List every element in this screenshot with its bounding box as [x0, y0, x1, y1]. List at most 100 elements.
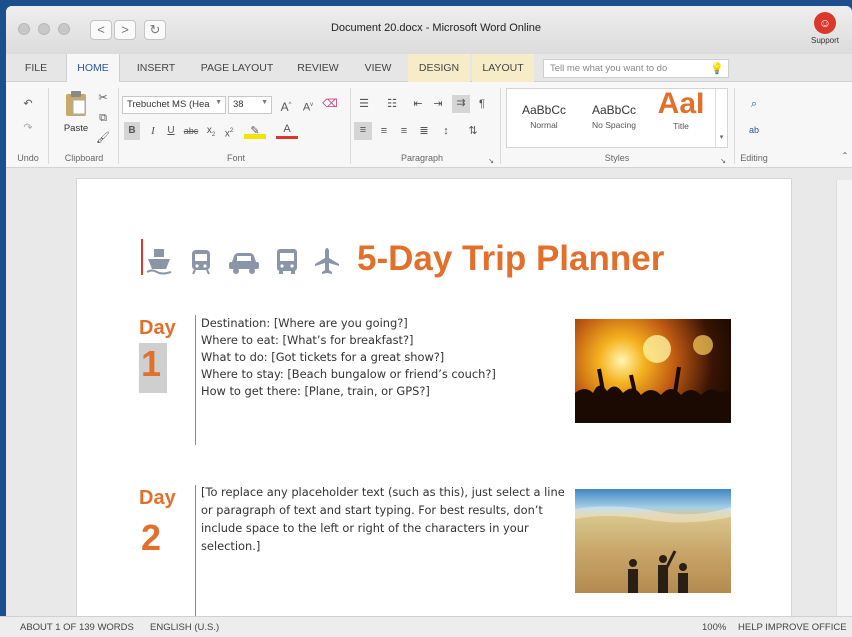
- help-improve-office[interactable]: HELP IMPROVE OFFICE: [738, 622, 847, 633]
- close-window-button[interactable]: [18, 23, 30, 35]
- word-count[interactable]: ABOUT 1 OF 139 WORDS: [20, 622, 134, 633]
- shrink-font-icon[interactable]: Av: [300, 97, 316, 116]
- style-sample: AaBbCc: [591, 103, 637, 117]
- italic-icon[interactable]: I: [146, 123, 160, 139]
- pilcrow-icon[interactable]: ¶: [474, 96, 490, 112]
- justify-icon[interactable]: ≣: [416, 123, 432, 139]
- highlight-icon[interactable]: ✎: [244, 123, 266, 139]
- ltr-icon[interactable]: ⇉: [452, 95, 470, 113]
- tab-design[interactable]: DESIGN: [408, 54, 470, 82]
- tram-icon: [192, 250, 210, 275]
- zoom-window-button[interactable]: [58, 23, 70, 35]
- chevron-down-icon: ▼: [215, 99, 222, 106]
- day-label: Day: [139, 317, 176, 339]
- bullets-icon[interactable]: ☰: [354, 96, 374, 112]
- font-name-value: Trebuchet MS (Hea: [127, 99, 210, 110]
- numbering-icon[interactable]: ☷: [382, 96, 402, 112]
- separator: [734, 88, 735, 164]
- status-bar: ABOUT 1 OF 139 WORDS ENGLISH (U.S.) 100%…: [0, 616, 852, 637]
- font-color-icon[interactable]: A: [276, 123, 298, 139]
- ribbon: ↶ ↷ Undo Paste ✂ ⧉ 🖌 Clipboard Trebuchet…: [6, 82, 852, 168]
- minimize-window-button[interactable]: [38, 23, 50, 35]
- font-name-select[interactable]: Trebuchet MS (Hea ▼: [122, 96, 226, 114]
- zoom-level[interactable]: 100%: [702, 622, 726, 633]
- back-button[interactable]: <: [90, 20, 112, 40]
- paste-button[interactable]: Paste: [58, 90, 94, 134]
- tell-me-input[interactable]: Tell me what you want to do 💡: [543, 59, 729, 78]
- day1-travel: How to get there: [Plane, train, or GPS?…: [201, 384, 430, 398]
- group-label-styles: Styles: [604, 153, 630, 163]
- airplane-icon: [315, 248, 339, 274]
- bold-icon[interactable]: B: [124, 122, 140, 140]
- underline-icon[interactable]: U: [164, 123, 178, 139]
- replace-icon[interactable]: ab: [746, 122, 762, 138]
- chevron-down-icon: ▼: [261, 99, 268, 106]
- tab-insert[interactable]: INSERT: [126, 54, 186, 82]
- day-number: 1: [141, 343, 162, 384]
- tab-review[interactable]: REVIEW: [288, 54, 348, 82]
- day1-destination: Destination: [Where are you going?]: [201, 316, 408, 330]
- style-name: Normal: [530, 120, 558, 130]
- style-sample: AaBbCc: [521, 103, 567, 117]
- increase-indent-icon[interactable]: ⇥: [430, 96, 446, 112]
- style-title[interactable]: AaI Title: [649, 87, 713, 147]
- align-center-icon[interactable]: ≡: [376, 123, 392, 139]
- align-right-icon[interactable]: ≡: [396, 123, 412, 139]
- decrease-indent-icon[interactable]: ⇤: [410, 96, 426, 112]
- style-normal[interactable]: AaBbCc Normal: [509, 89, 579, 147]
- style-no-spacing[interactable]: AaBbCc No Spacing: [579, 89, 649, 147]
- divider-line: [195, 485, 196, 629]
- car-icon: [229, 253, 259, 274]
- separator: [48, 88, 49, 164]
- redo-icon[interactable]: ↷: [20, 120, 36, 136]
- tab-view[interactable]: VIEW: [354, 54, 402, 82]
- day-label: Day: [139, 487, 176, 509]
- language-status[interactable]: ENGLISH (U.S.): [150, 622, 219, 633]
- line-spacing-icon[interactable]: ↕: [436, 123, 456, 139]
- undo-icon[interactable]: ↶: [20, 96, 36, 112]
- styles-more-button[interactable]: ▾: [715, 89, 727, 147]
- ship-icon: [146, 249, 172, 275]
- paste-label: Paste: [63, 123, 89, 134]
- support-label: Support: [810, 36, 840, 45]
- tab-layout[interactable]: LAYOUT: [472, 54, 534, 82]
- cut-icon[interactable]: ✂: [96, 90, 110, 106]
- window-title: Document 20.docx - Microsoft Word Online: [330, 22, 542, 34]
- tab-page-layout[interactable]: PAGE LAYOUT: [194, 54, 280, 82]
- day2-paragraph: [To replace any placeholder text (such a…: [201, 485, 565, 553]
- style-sample: AaI: [657, 87, 705, 120]
- tab-home[interactable]: HOME: [66, 54, 120, 83]
- style-name: Title: [673, 121, 689, 131]
- font-size-value: 38: [233, 99, 244, 110]
- collapse-ribbon-icon[interactable]: ⌃: [840, 148, 850, 164]
- tell-me-placeholder: Tell me what you want to do: [550, 63, 668, 74]
- copy-icon[interactable]: ⧉: [96, 110, 110, 126]
- clipboard-icon: [66, 91, 86, 116]
- document-page[interactable]: 5-Day Trip Planner Day 1 Destination: [W…: [76, 178, 792, 629]
- refresh-button[interactable]: ↻: [144, 20, 166, 40]
- style-name: No Spacing: [592, 120, 636, 130]
- separator: [118, 88, 119, 164]
- align-left-icon[interactable]: ≡: [354, 122, 372, 140]
- document-area: 5-Day Trip Planner Day 1 Destination: [W…: [6, 168, 852, 629]
- crowd-silhouette: [575, 335, 731, 423]
- forward-button[interactable]: >: [114, 20, 136, 40]
- group-label-undo: Undo: [17, 153, 39, 163]
- font-size-select[interactable]: 38 ▼: [228, 96, 272, 114]
- paragraph-spacing-icon[interactable]: ⇅: [462, 123, 484, 139]
- grow-font-icon[interactable]: A^: [278, 97, 294, 115]
- app-window: < > ↻ Document 20.docx - Microsoft Word …: [6, 6, 852, 637]
- support-icon: ☺: [814, 12, 836, 34]
- divider-line: [195, 315, 196, 445]
- group-label-paragraph: Paragraph: [400, 153, 444, 163]
- subscript-icon[interactable]: x2: [204, 123, 218, 143]
- strikethrough-icon[interactable]: abc: [182, 123, 200, 139]
- clear-formatting-icon[interactable]: ⌫: [322, 96, 338, 112]
- find-icon[interactable]: ⌕: [746, 96, 762, 112]
- superscript-icon[interactable]: x2: [222, 123, 236, 142]
- support-button[interactable]: ☺ Support: [808, 12, 842, 45]
- vertical-scrollbar[interactable]: [836, 180, 852, 620]
- format-painter-icon[interactable]: 🖌: [96, 130, 110, 146]
- separator: [350, 88, 351, 164]
- tab-file[interactable]: FILE: [14, 54, 58, 82]
